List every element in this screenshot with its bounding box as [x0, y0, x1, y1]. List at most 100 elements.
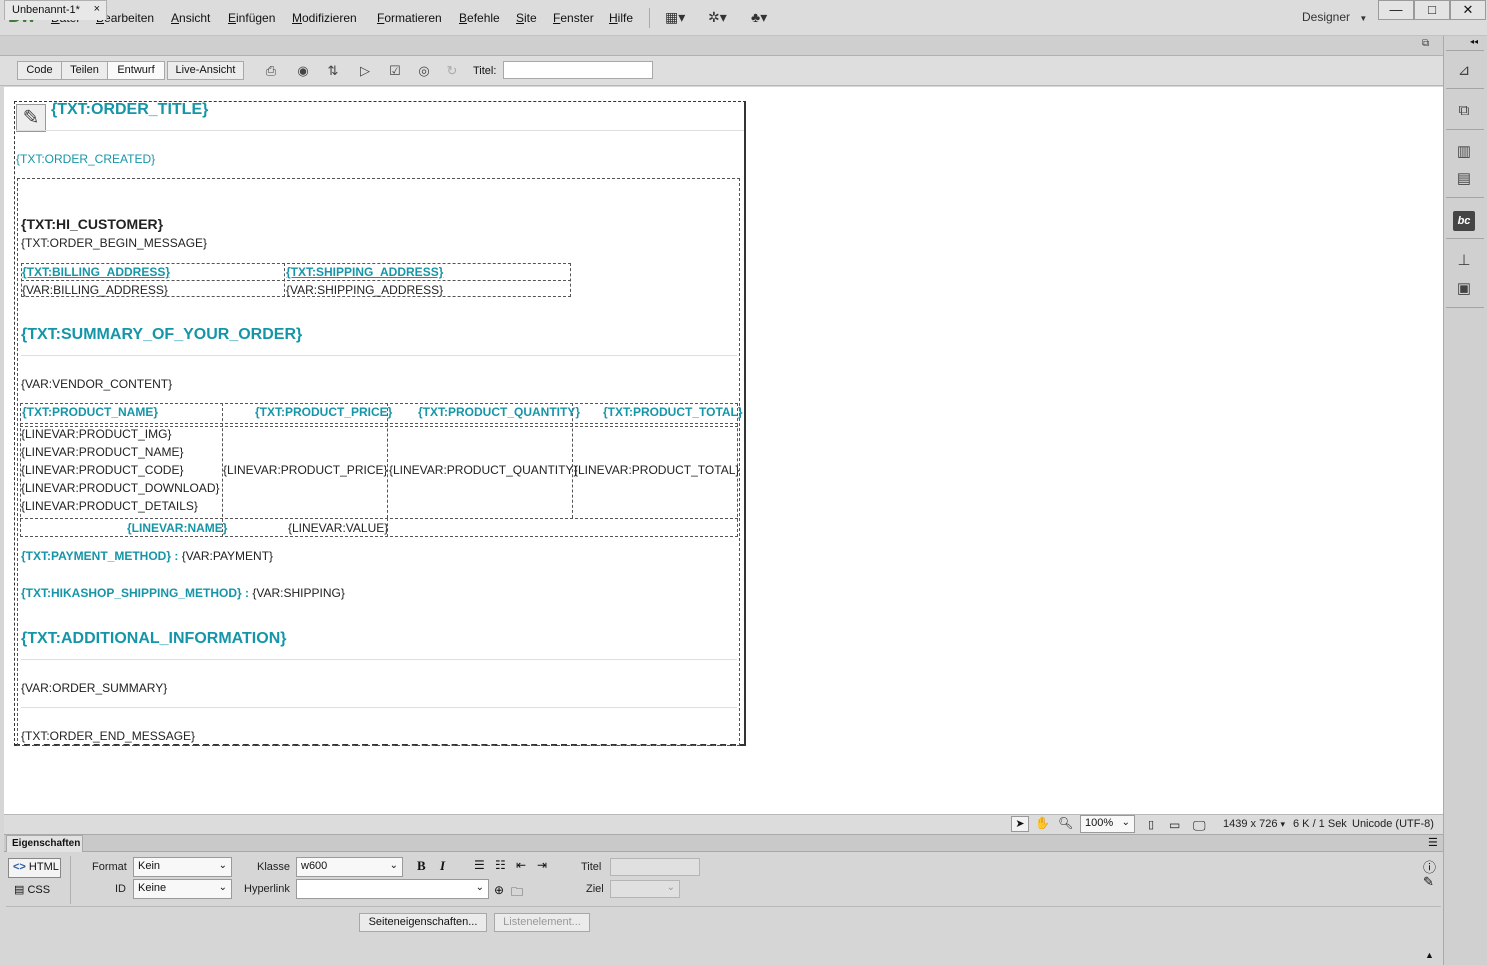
browser-compat-icon[interactable]: ☑ — [382, 61, 408, 80]
cell-divider — [572, 403, 573, 518]
order-created: {TXT:ORDER_CREATED} — [16, 152, 156, 166]
assets-icon[interactable]: ▥ — [1453, 142, 1475, 162]
product-line-code: {LINEVAR:PRODUCT_CODE} — [21, 463, 184, 477]
menu-fenster[interactable]: Fenster — [553, 11, 594, 25]
w3c-validation-icon[interactable]: ▷ — [352, 61, 378, 80]
outdent-icon[interactable]: ⇤ — [516, 858, 526, 872]
cell-divider — [387, 403, 388, 518]
bold-icon[interactable]: B — [417, 858, 426, 874]
restore-window-icon[interactable]: ⧉ — [1422, 38, 1429, 49]
close-tab-icon[interactable]: × — [94, 3, 100, 15]
payment-method-label: {TXT:PAYMENT_METHOD} — [21, 549, 172, 563]
expand-panels-icon[interactable]: ◂◂ — [1470, 37, 1478, 46]
link-title-input[interactable] — [610, 858, 700, 876]
chevron-down-icon: ⌄ — [666, 882, 675, 893]
payment-method-value: {VAR:PAYMENT} — [181, 549, 274, 563]
panel-menu-icon[interactable]: ☰ — [1428, 836, 1438, 849]
minimize-button[interactable]: — — [1378, 0, 1414, 20]
menu-site[interactable]: Site — [516, 11, 537, 25]
multiscreen-icon[interactable]: ⎙ — [258, 61, 284, 80]
files-panel-icon[interactable]: ⊥ — [1453, 251, 1475, 271]
select-tool-icon[interactable]: ➤ — [1011, 816, 1029, 832]
css-mode-button[interactable]: ▤ CSS — [14, 883, 50, 896]
view-code-button[interactable]: Code — [17, 61, 62, 80]
close-button[interactable]: ✕ — [1450, 0, 1486, 20]
tablet-size-icon[interactable]: ▭ — [1169, 818, 1180, 832]
panel-separator — [70, 856, 71, 904]
zoom-select[interactable]: 100% ⌄ — [1080, 815, 1135, 833]
billing-address-label: {TXT:BILLING_ADDRESS} — [22, 265, 171, 279]
layout-icon[interactable]: ▦▾ — [665, 9, 685, 25]
window-dimensions[interactable]: 1439 x 726 ▾ — [1223, 818, 1285, 830]
hand-tool-icon[interactable]: ✋ — [1035, 816, 1050, 830]
id-select[interactable]: Keine ⌄ — [133, 879, 232, 899]
preview-browser-icon[interactable]: ◉ — [290, 61, 316, 80]
maximize-button[interactable]: □ — [1414, 0, 1450, 20]
properties-tab[interactable]: Eigenschaften — [6, 835, 83, 852]
id-label: ID — [115, 883, 126, 895]
list-item-button[interactable]: Listenelement... — [494, 913, 590, 932]
desktop-size-icon[interactable]: 🖵︎ — [1193, 818, 1206, 834]
gear-icon[interactable]: ✲▾ — [708, 9, 727, 25]
format-select[interactable]: Kein ⌄ — [133, 857, 232, 877]
class-select[interactable]: w600 ⌄ — [296, 857, 403, 877]
dock-separator — [1446, 50, 1484, 51]
hyperlink-input[interactable]: ⌄ — [296, 879, 489, 899]
menu-modifizieren[interactable]: Modifizieren — [292, 11, 357, 25]
target-select[interactable]: ⌄ — [610, 880, 680, 898]
css-icon: ▤ — [14, 884, 25, 896]
workspace-label: Designer — [1302, 10, 1351, 24]
row-divider — [20, 518, 738, 519]
indent-icon[interactable]: ⇥ — [537, 858, 547, 872]
mobile-size-icon[interactable]: ▯ — [1148, 818, 1154, 831]
shipping-method-separator: : — [241, 586, 253, 600]
menu-formatieren[interactable]: Formatieren — [377, 11, 442, 25]
product-price-value: {LINEVAR:PRODUCT_PRICE} — [223, 463, 388, 477]
html-mode-button[interactable]: <> HTML — [8, 858, 61, 878]
menu-einfuegen[interactable]: Einfügen — [228, 11, 275, 25]
page-properties-button[interactable]: Seiteneigenschaften... — [359, 913, 487, 932]
unordered-list-icon[interactable]: ☰ — [474, 858, 485, 872]
view-split-button[interactable]: Teilen — [61, 61, 108, 80]
shipping-method-row: {TXT:HIKASHOP_SHIPPING_METHOD} : {VAR:SH… — [21, 586, 345, 600]
insert-panel-icon[interactable]: ⊿ — [1453, 61, 1475, 81]
document-tab-bar — [0, 36, 1443, 56]
link-title-label: Titel — [581, 861, 602, 873]
quick-tag-editor-icon[interactable]: ✎ — [1423, 874, 1434, 890]
zoom-tool-icon[interactable]: 🔍︎ — [1058, 816, 1073, 830]
menu-befehle[interactable]: Befehle — [459, 11, 500, 25]
encoding: Unicode (UTF-8) — [1352, 818, 1434, 830]
visual-aids-icon[interactable]: ◎ — [411, 61, 437, 80]
order-summary: {VAR:ORDER_SUMMARY} — [21, 681, 168, 695]
format-value: Kein — [138, 860, 161, 872]
css-designer-icon[interactable]: ⧉ — [1453, 101, 1475, 121]
hyperlink-label: Hyperlink — [244, 883, 290, 895]
file-size: 6 K / 1 Sek — [1293, 818, 1347, 830]
code-icon: <> — [13, 861, 26, 873]
additional-info-heading: {TXT:ADDITIONAL_INFORMATION} — [21, 630, 287, 647]
document-tab[interactable]: Unbenannt-1* × — [4, 0, 107, 20]
dock-separator — [1446, 197, 1484, 198]
workspace-switcher[interactable]: Designer ▼ — [1302, 10, 1367, 24]
snippets-icon[interactable]: ▤ — [1453, 169, 1475, 189]
site-manager-icon[interactable]: ♣▾ — [751, 9, 767, 25]
file-management-icon[interactable]: ⇅ — [320, 61, 346, 80]
order-begin-message: {TXT:ORDER_BEGIN_MESSAGE} — [21, 236, 208, 250]
view-live-button[interactable]: Live-Ansicht — [167, 61, 244, 80]
view-design-button[interactable]: Entwurf — [107, 61, 165, 80]
business-catalyst-icon[interactable]: bc — [1453, 211, 1475, 231]
point-to-file-icon[interactable]: ⊕ — [494, 883, 504, 897]
zoom-value: 100% — [1085, 817, 1114, 829]
menu-ansicht[interactable]: Ansicht — [171, 11, 210, 25]
folder-icon[interactable]: 🗀 — [511, 883, 523, 904]
menu-hilfe[interactable]: Hilfe — [609, 11, 633, 25]
extensions-icon[interactable]: ▣ — [1453, 279, 1475, 299]
italic-icon[interactable]: I — [440, 858, 445, 874]
image-placeholder-icon[interactable]: ✎ — [16, 104, 46, 132]
billing-address-value: {VAR:BILLING_ADDRESS} — [22, 283, 168, 297]
collapse-panel-icon[interactable]: ▲ — [1425, 950, 1434, 960]
refresh-icon[interactable]: ↻ — [439, 61, 465, 80]
ordered-list-icon[interactable]: ☷ — [495, 858, 506, 872]
title-input[interactable] — [503, 61, 653, 79]
class-label: Klasse — [257, 861, 291, 873]
